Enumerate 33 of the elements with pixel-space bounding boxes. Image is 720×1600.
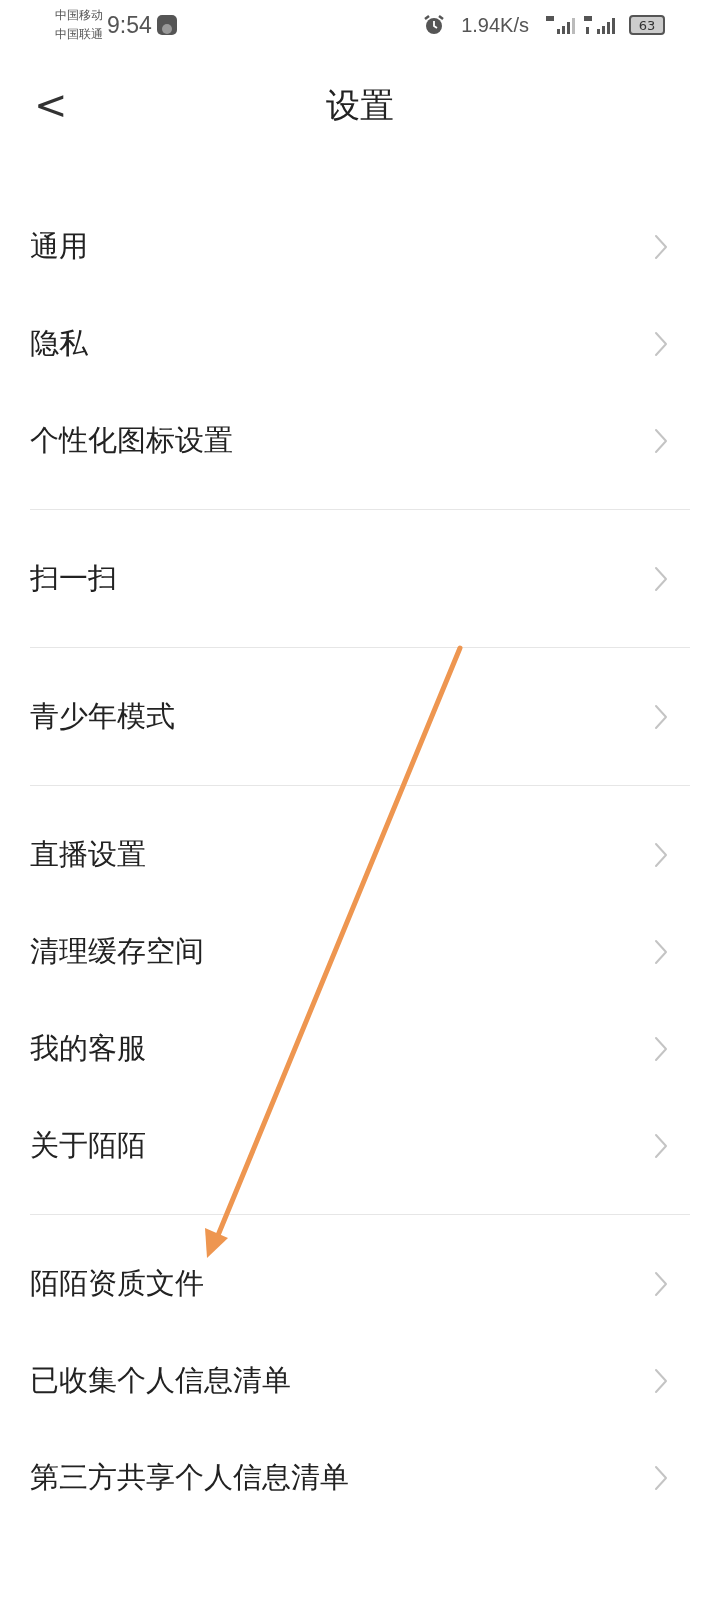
chevron-icon <box>654 427 668 454</box>
settings-row[interactable]: 青少年模式 <box>0 668 720 765</box>
chevron-icon <box>654 1035 668 1062</box>
battery-indicator: 63 <box>629 15 665 35</box>
chevron-icon <box>654 1132 668 1159</box>
settings-row[interactable]: 隐私 <box>0 295 720 392</box>
back-button[interactable]: < <box>34 85 64 125</box>
settings-row[interactable]: 通用 <box>0 198 720 295</box>
chevron-icon <box>654 233 668 260</box>
chevron-icon <box>654 565 668 592</box>
settings-row[interactable]: 第三方共享个人信息清单 <box>0 1429 720 1526</box>
chevron-icon <box>654 938 668 965</box>
network-speed: 1.94K/s <box>461 13 529 38</box>
carrier-name: 中国联通 <box>55 26 103 43</box>
settings-row[interactable]: 清理缓存空间 <box>0 903 720 1000</box>
settings-row[interactable]: 扫一扫 <box>0 530 720 627</box>
settings-row[interactable]: 直播设置 <box>0 806 720 903</box>
app-notification-icon <box>155 14 178 36</box>
chevron-icon <box>654 1464 668 1491</box>
chevron-icon <box>654 1270 668 1297</box>
settings-row[interactable]: 陌陌资质文件 <box>0 1235 720 1332</box>
chevron-icon <box>654 1367 668 1394</box>
chevron-icon <box>654 841 668 868</box>
settings-row[interactable]: 关于陌陌 <box>0 1097 720 1194</box>
clock-time: 9:54 <box>107 10 152 40</box>
settings-row[interactable]: 我的客服 <box>0 1000 720 1097</box>
carrier-name: 中国移动 <box>55 7 103 24</box>
chevron-icon <box>654 703 668 730</box>
chevron-icon <box>654 330 668 357</box>
alarm-icon <box>423 14 446 36</box>
settings-row[interactable]: 个性化图标设置 <box>0 392 720 489</box>
settings-row[interactable]: 已收集个人信息清单 <box>0 1332 720 1429</box>
page-title: 设置 <box>326 83 394 127</box>
